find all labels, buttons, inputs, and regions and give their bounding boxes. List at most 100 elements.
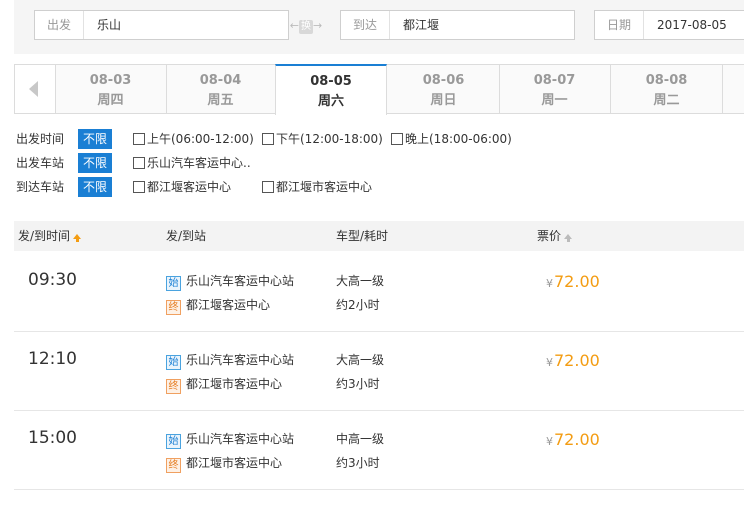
filter-option-label: 都江堰市客运中心 (276, 180, 373, 194)
date-strip: 08-03 周四 08-04 周五 08-05 周六 08-06 周日 08-0… (14, 64, 744, 115)
end-tag-icon: 终 (166, 458, 181, 473)
filter-option-label: 上午(06:00-12:00) (147, 132, 254, 146)
date-tab-weekday: 周一 (541, 93, 568, 108)
table-header: 发/到时间 发/到站 车型/耗时 票价 (14, 221, 744, 251)
price-value: 72.00 (554, 430, 600, 449)
date-tab-0804[interactable]: 08-04 周五 (165, 65, 277, 113)
departure-time: 12:10 (28, 349, 77, 369)
currency-symbol: ¥ (546, 277, 553, 290)
column-header-bus: 车型/耗时 (336, 229, 389, 243)
filter-option-label: 乐山汽车客运中心.. (147, 156, 251, 170)
date-tab-weekday: 周六 (317, 94, 344, 109)
filter-title: 到达车站 (16, 180, 65, 194)
chevron-left-icon (29, 81, 38, 97)
filter-option-evening[interactable]: 晚上(18:00-06:00) (391, 129, 512, 149)
prev-dates-button[interactable] (15, 65, 56, 113)
date-tab-date: 08-06 (422, 73, 465, 88)
start-tag-icon: 始 (166, 355, 181, 370)
filter-row-time: 出发时间 不限 上午(06:00-12:00) 下午(12:00-18:00) … (16, 129, 736, 149)
trip-duration: 约3小时 (336, 377, 380, 391)
departure-time: 09:30 (28, 270, 77, 290)
checkbox-icon (262, 133, 274, 145)
departure-time: 15:00 (28, 428, 77, 448)
arrive-label: 到达 (341, 11, 391, 39)
filter-row-arrive-station: 到达车站 不限 都江堰客运中心 都江堰市客运中心 (16, 177, 736, 197)
to-station: 终都江堰市客运中心 (166, 375, 282, 394)
date-tab-0805[interactable]: 08-05 周六 (275, 64, 387, 115)
ticket-price: ¥72.00 (546, 351, 600, 370)
table-row[interactable]: 09:30 始乐山汽车客运中心站 终都江堰客运中心 大高一级 约2小时 ¥72.… (14, 252, 744, 332)
filter-option-afternoon[interactable]: 下午(12:00-18:00) (262, 129, 383, 149)
date-value[interactable]: 2017-08-05 (657, 11, 727, 39)
date-field[interactable]: 日期 2017-08-05 (594, 10, 744, 40)
depart-city-value[interactable]: 乐山 (97, 11, 121, 39)
filter-option-leshan-station[interactable]: 乐山汽车客运中心.. (133, 153, 251, 173)
trip-duration: 约2小时 (336, 298, 380, 312)
arrow-left-icon: ← (289, 19, 299, 32)
date-tab-date: 08-04 (199, 73, 242, 88)
currency-symbol: ¥ (546, 435, 553, 448)
checkbox-icon (133, 157, 145, 169)
arrow-right-icon: → (313, 19, 323, 32)
checkbox-icon (391, 133, 403, 145)
bus-type: 中高一级 (336, 432, 385, 446)
swap-cities-button[interactable]: ← 换 → (288, 17, 324, 35)
date-tab-0803[interactable]: 08-03 周四 (55, 65, 167, 113)
end-tag-icon: 终 (166, 379, 181, 394)
date-tab-0807[interactable]: 08-07 周一 (499, 65, 611, 113)
column-header-price: 票价 (537, 229, 562, 243)
date-tab-weekday: 周二 (653, 93, 680, 108)
filter-no-limit-button[interactable]: 不限 (78, 129, 112, 149)
arrive-city-field[interactable]: 到达 都江堰 (340, 10, 575, 40)
filter-title: 出发时间 (16, 132, 65, 146)
depart-label: 出发 (35, 11, 85, 39)
filter-option-dujiangyan-city-station[interactable]: 都江堰市客运中心 (262, 177, 372, 197)
bus-type: 大高一级 (336, 274, 385, 288)
date-tab-date: 08-05 (310, 74, 352, 89)
filter-option-label: 都江堰客运中心 (147, 180, 232, 194)
sort-by-price-button[interactable]: 票价 (537, 221, 573, 251)
date-tab-0808[interactable]: 08-08 周二 (611, 65, 723, 113)
depart-city-field[interactable]: 出发 乐山 (34, 10, 289, 40)
from-station-name: 乐山汽车客运中心站 (186, 432, 295, 446)
filter-row-depart-station: 出发车站 不限 乐山汽车客运中心.. (16, 153, 736, 173)
filter-option-dujiangyan-station[interactable]: 都江堰客运中心 (133, 177, 231, 197)
from-station-name: 乐山汽车客运中心站 (186, 353, 295, 367)
sort-arrow-up-icon (73, 234, 82, 242)
date-tab-weekday: 周日 (430, 93, 457, 108)
table-row[interactable]: 15:00 始乐山汽车客运中心站 终都江堰市客运中心 中高一级 约3小时 ¥72… (14, 410, 744, 490)
date-tab-weekday: 周五 (207, 93, 234, 108)
end-tag-icon: 终 (166, 300, 181, 315)
start-tag-icon: 始 (166, 434, 181, 449)
filter-option-morning[interactable]: 上午(06:00-12:00) (133, 129, 254, 149)
to-station: 终都江堰客运中心 (166, 296, 270, 315)
date-tab-weekday: 周四 (97, 93, 124, 108)
filter-no-limit-button[interactable]: 不限 (78, 177, 112, 197)
currency-symbol: ¥ (546, 356, 553, 369)
table-row[interactable]: 12:10 始乐山汽车客运中心站 终都江堰市客运中心 大高一级 约3小时 ¥72… (14, 331, 744, 411)
from-station: 始乐山汽车客运中心站 (166, 272, 294, 291)
bus-type: 大高一级 (336, 353, 385, 367)
to-station-name: 都江堰市客运中心 (186, 456, 283, 470)
to-station-name: 都江堰客运中心 (186, 298, 271, 312)
date-tab-next-partial[interactable] (723, 65, 744, 113)
date-tab-date: 08-03 (89, 73, 132, 88)
date-label: 日期 (595, 11, 645, 39)
date-tab-date: 08-08 (645, 73, 688, 88)
sort-by-time-button[interactable]: 发/到时间 (18, 221, 82, 251)
filter-no-limit-button[interactable]: 不限 (78, 153, 112, 173)
column-header-time: 发/到时间 (18, 229, 71, 243)
price-value: 72.00 (554, 351, 600, 370)
trip-duration: 约3小时 (336, 456, 380, 470)
filter-title: 出发车站 (16, 156, 65, 170)
from-station: 始乐山汽车客运中心站 (166, 351, 294, 370)
column-header-station: 发/到站 (166, 229, 207, 243)
start-tag-icon: 始 (166, 276, 181, 291)
date-tab-0806[interactable]: 08-06 周日 (388, 65, 500, 113)
arrive-city-value[interactable]: 都江堰 (403, 11, 439, 39)
checkbox-icon (133, 181, 145, 193)
to-station: 终都江堰市客运中心 (166, 454, 282, 473)
ticket-price: ¥72.00 (546, 430, 600, 449)
date-tab-date: 08-07 (533, 73, 576, 88)
checkbox-icon (262, 181, 274, 193)
